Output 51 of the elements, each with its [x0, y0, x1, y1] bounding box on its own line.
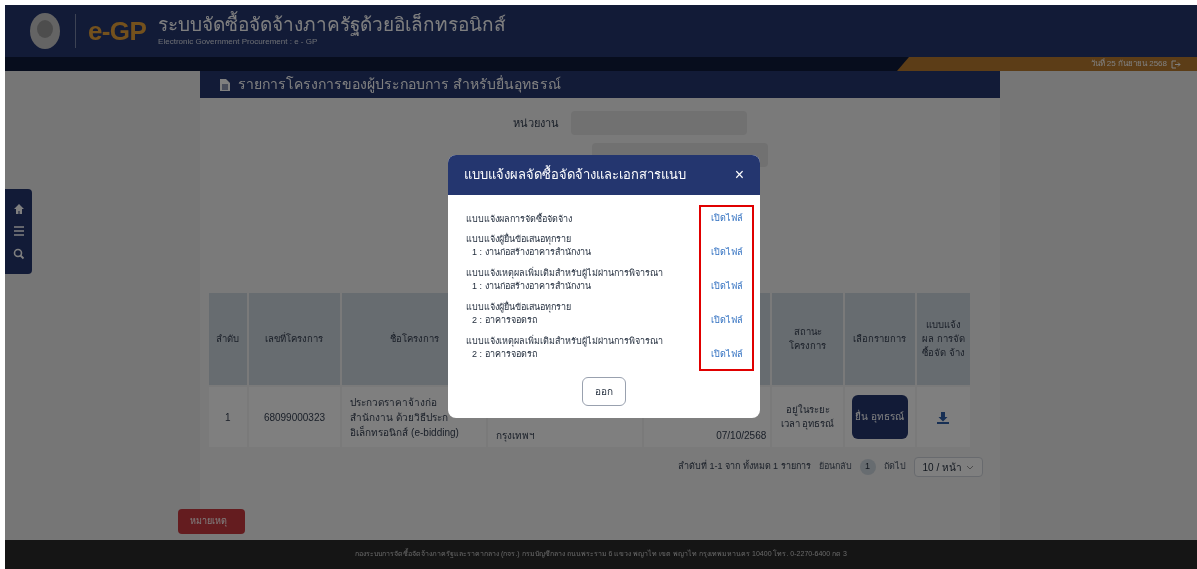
open-file-link[interactable]: เปิดไฟล์	[710, 280, 743, 293]
table-cell-text: ประกวดราคาจ้างก่อ	[350, 395, 439, 410]
document-title: แบบแจ้งเหตุผลเพิ่มเติมสำหรับผู้ไม่ผ่านการพิจารณา	[466, 335, 663, 348]
emblem-icon	[27, 11, 63, 51]
document-subtitle: 1 : งานก่อสร้างอาคารสำนักงาน	[471, 280, 592, 293]
column-header: ชื่อโครงการ	[389, 333, 439, 344]
document-title: แบบแจ้งผู้ยื่นข้อเสนอทุกราย	[466, 301, 572, 314]
modal-title: แบบแจ้งผลจัดซื้อจัดจ้างและเอกสารแนบ	[464, 165, 686, 185]
appeal-button[interactable]: ยื่น อุทธรณ์	[851, 395, 908, 439]
close-button[interactable]: ×	[734, 167, 744, 183]
previous-link[interactable]: ย้อนกลับ	[818, 460, 852, 474]
table-cell-text: 68099000323	[263, 411, 326, 423]
page-title: รายการโครงการของผู้ประกอบการ สำหรับยื่นอุทธรณ์	[238, 74, 561, 95]
document-subtitle: 1 : งานก่อสร้างอาคารสำนักงาน	[471, 246, 592, 259]
pagination-summary: ลำดับที่ 1-1 จาก ทั้งหมด 1 รายการ	[678, 460, 811, 474]
remark-tab[interactable]: หมายเหตุ	[178, 509, 245, 534]
page-number[interactable]: 1	[859, 459, 876, 475]
site-subtitle: Electronic Government Procurement : e - GP	[158, 36, 319, 48]
table-cell-text: 1	[225, 411, 231, 423]
search-icon[interactable]	[12, 248, 25, 261]
open-file-link[interactable]: เปิดไฟล์	[710, 212, 743, 225]
open-file-link[interactable]: เปิดไฟล์	[710, 348, 743, 361]
document-subtitle: 2 : อาคารจอดรถ	[471, 314, 538, 327]
table-cell-text: กรุงเทพฯ	[496, 430, 535, 441]
column-header: เลขที่โครงการ	[265, 333, 324, 344]
open-file-link[interactable]: เปิดไฟล์	[710, 314, 743, 327]
table-cell-text: 07/10/2568	[716, 430, 767, 441]
column-header: เลือกรายการ	[853, 333, 907, 344]
chevron-down-icon	[966, 464, 974, 470]
column-header: สถานะ โครงการ	[789, 326, 827, 351]
open-file-link[interactable]: เปิดไฟล์	[710, 246, 743, 259]
table-cell-text: อิเล็กทรอนิกส์ (e-bidding)	[350, 424, 460, 440]
field-label: หน่วยงาน	[513, 115, 559, 131]
page-size-select[interactable]: 10 / หน้า	[913, 457, 983, 477]
logout-icon	[1171, 59, 1181, 69]
date-text: วันที่ 25 กันยายน 2568	[1090, 58, 1167, 70]
document-subtitle: 2 : อาคารจอดรถ	[471, 348, 538, 361]
document-title: แบบแจ้งผู้ยื่นข้อเสนอทุกราย	[466, 233, 572, 246]
document-icon	[220, 78, 230, 91]
next-link[interactable]: ถัดไป	[883, 460, 906, 474]
download-icon[interactable]	[937, 411, 950, 424]
column-header: ลำดับ	[216, 333, 240, 344]
menu-icon[interactable]	[12, 226, 25, 237]
exit-button[interactable]: ออก	[582, 377, 626, 406]
document-title: แบบแจ้งผลการจัดซื้อจัดจ้าง	[466, 213, 573, 226]
table-cell-text: สำนักงาน ด้วยวิธีประก	[350, 410, 450, 425]
document-title: แบบแจ้งเหตุผลเพิ่มเติมสำหรับผู้ไม่ผ่านการพิจารณา	[466, 267, 663, 280]
table-cell-text: อยู่ในระยะเวลา อุทธรณ์	[780, 404, 835, 429]
home-icon[interactable]	[12, 202, 25, 215]
logo: e-GP	[88, 14, 147, 48]
column-header: แบบแจ้ง ผล การจัด ซื้อจัด จ้าง	[921, 319, 965, 358]
